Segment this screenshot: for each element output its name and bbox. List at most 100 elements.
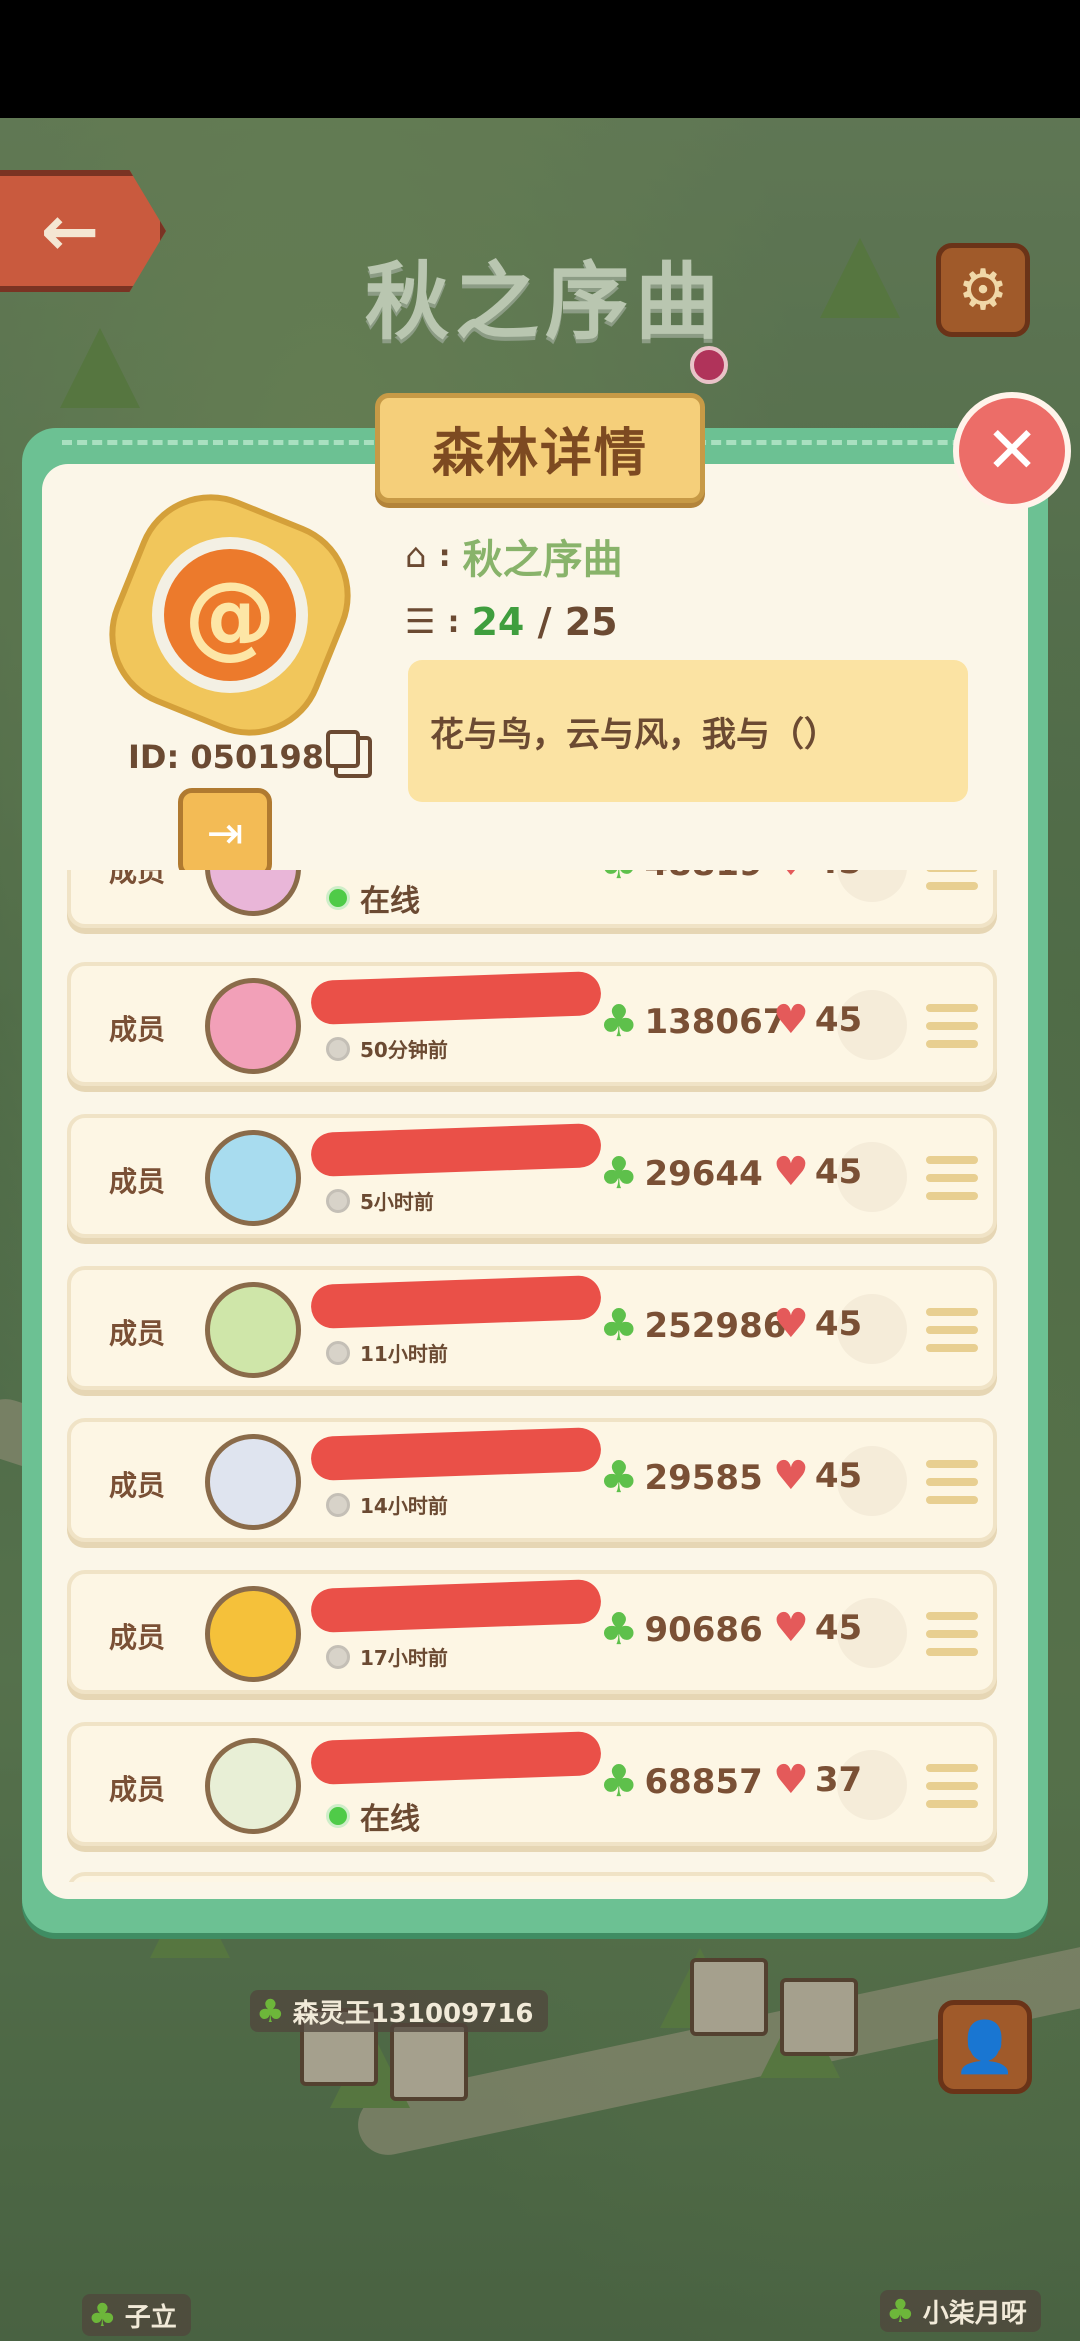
map-player-label[interactable]: ♣ 子立: [82, 2294, 191, 2336]
redacted-name: [310, 970, 602, 1026]
member-activity: ♣ 29585: [599, 1452, 763, 1503]
member-status: 在线: [326, 876, 420, 920]
settings-button[interactable]: ⚙: [936, 243, 1030, 337]
exit-door-icon: ⇥: [206, 807, 244, 859]
member-role: 成员: [109, 870, 166, 888]
offline-dot-icon: [326, 1188, 350, 1213]
member-avatar[interactable]: [205, 1738, 301, 1834]
map-player-name: 森灵王131009716: [292, 1998, 534, 2029]
member-row[interactable]: 成员 5小时前 ♣ 29644 ♥ 45: [67, 1114, 997, 1238]
member-likes: ♥ 37: [773, 1757, 863, 1803]
member-avatar[interactable]: [205, 1130, 301, 1226]
member-likes: ♥ 45: [773, 997, 863, 1043]
menu-icon[interactable]: [926, 1612, 978, 1656]
clover-icon: ♣: [599, 1148, 639, 1199]
member-status: 14小时前: [326, 1490, 448, 1519]
menu-icon[interactable]: [926, 1156, 978, 1200]
profile-button[interactable]: 👤: [938, 2000, 1032, 2094]
redacted-name: [310, 1122, 602, 1178]
heart-icon: ♥: [773, 1149, 809, 1195]
heart-icon: ♥: [773, 1453, 809, 1499]
member-status: 在线: [326, 1794, 420, 1838]
member-avatar[interactable]: [205, 870, 301, 916]
exit-forest-button[interactable]: ⇥: [178, 788, 272, 878]
forest-id: ID: 050198: [128, 730, 372, 778]
close-button[interactable]: ✕: [953, 392, 1071, 510]
member-activity: ♣ 68857: [599, 1756, 763, 1807]
redacted-name: [310, 1578, 602, 1634]
member-avatar[interactable]: [205, 978, 301, 1074]
people-icon: ☰: [405, 602, 436, 642]
member-count: 24 / 25: [471, 600, 618, 644]
member-role: 成员: [109, 1013, 166, 1046]
close-icon: ✕: [985, 414, 1039, 488]
menu-icon[interactable]: [926, 870, 978, 890]
offline-dot-icon: [326, 1340, 350, 1365]
member-list[interactable]: 成员 在线 ♣ 48819 ♥ 45 成员 50分钟前 ♣ 138067 ♥: [60, 870, 1010, 1882]
member-row[interactable]: 成员 在线 ♣ 48819 ♥ 45: [67, 870, 997, 928]
menu-icon[interactable]: [926, 1004, 978, 1048]
forest-emblem: @: [86, 471, 374, 759]
member-role: 成员: [109, 1621, 166, 1654]
member-row[interactable]: 成员 14小时前 ♣ 29585 ♥ 45: [67, 1418, 997, 1542]
offline-dot-icon: [326, 1036, 350, 1061]
member-row[interactable]: 成员 50分钟前 ♣ 138067 ♥ 45: [67, 962, 997, 1086]
member-likes: ♥ 45: [773, 1453, 863, 1499]
redacted-name: [310, 1274, 602, 1330]
member-count-row: ☰ : 24 / 25: [405, 600, 618, 644]
heart-icon: ♥: [773, 1605, 809, 1651]
clover-icon: ♣: [599, 1452, 639, 1503]
member-avatar[interactable]: [205, 1586, 301, 1682]
menu-icon[interactable]: [926, 1764, 978, 1808]
gear-icon: ⚙: [957, 257, 1009, 323]
clover-icon: ♣: [88, 2296, 117, 2334]
member-avatar[interactable]: [205, 1434, 301, 1530]
profile-card-icon: 👤: [953, 2017, 1017, 2076]
heart-icon: ♥: [773, 1757, 809, 1803]
member-activity: ♣ 29644: [599, 1148, 763, 1199]
map-player-name: 子立: [124, 2302, 177, 2333]
map-player-label[interactable]: ♣ 森灵王131009716: [250, 1990, 548, 2032]
member-role: 成员: [109, 1773, 166, 1806]
member-role: 成员: [109, 1469, 166, 1502]
member-row[interactable]: 成员 在线 ♣ 68857 ♥ 37: [67, 1722, 997, 1846]
clover-icon: ♣: [599, 1756, 639, 1807]
member-status: 17小时前: [326, 1642, 448, 1671]
online-dot-icon: [326, 1804, 350, 1828]
status-bar: [0, 0, 1080, 118]
offline-dot-icon: [326, 1492, 350, 1517]
offline-dot-icon: [326, 1644, 350, 1669]
member-status: 11小时前: [326, 1338, 448, 1367]
menu-icon[interactable]: [926, 1460, 978, 1504]
forest-id-text: ID: 050198: [128, 738, 324, 776]
redacted-name: [310, 1730, 602, 1786]
member-row[interactable]: 成员 11小时前 ♣ 252986 ♥ 45: [67, 1266, 997, 1390]
map-player-name: 小柒月呀: [922, 2298, 1027, 2329]
member-role: 成员: [109, 1165, 166, 1198]
online-dot-icon: [326, 886, 350, 910]
forest-motto: 花与鸟，云与风，我与（）: [408, 660, 968, 802]
member-activity: ♣ 90686: [599, 1604, 763, 1655]
member-avatar[interactable]: [205, 1282, 301, 1378]
member-status: 5小时前: [326, 1186, 434, 1215]
clover-icon: ♣: [599, 1300, 639, 1351]
clover-icon: ♣: [599, 996, 639, 1047]
map-player-label[interactable]: ♣ 小柒月呀: [880, 2290, 1041, 2332]
member-role: 成员: [109, 1317, 166, 1350]
menu-icon[interactable]: [926, 1308, 978, 1352]
clover-icon: ♣: [599, 870, 638, 886]
heart-icon: ♥: [773, 870, 809, 882]
clover-icon: ♣: [256, 1992, 285, 2030]
clover-icon: ♣: [886, 2292, 915, 2330]
forest-name-row: ⌂ : 秋之序曲: [405, 527, 623, 585]
clover-icon: ♣: [599, 1604, 639, 1655]
member-row[interactable]: 成员 17小时前 ♣ 90686 ♥ 45: [67, 1570, 997, 1694]
member-row[interactable]: [67, 1872, 997, 1882]
house-icon: ⌂: [405, 536, 427, 576]
member-likes: ♥ 45: [773, 1149, 863, 1195]
member-activity: ♣ 138067: [599, 996, 787, 1047]
map-marker: [690, 346, 728, 384]
heart-icon: ♥: [773, 997, 809, 1043]
member-activity: ♣ 252986: [599, 1300, 787, 1351]
copy-icon[interactable]: [326, 730, 372, 778]
